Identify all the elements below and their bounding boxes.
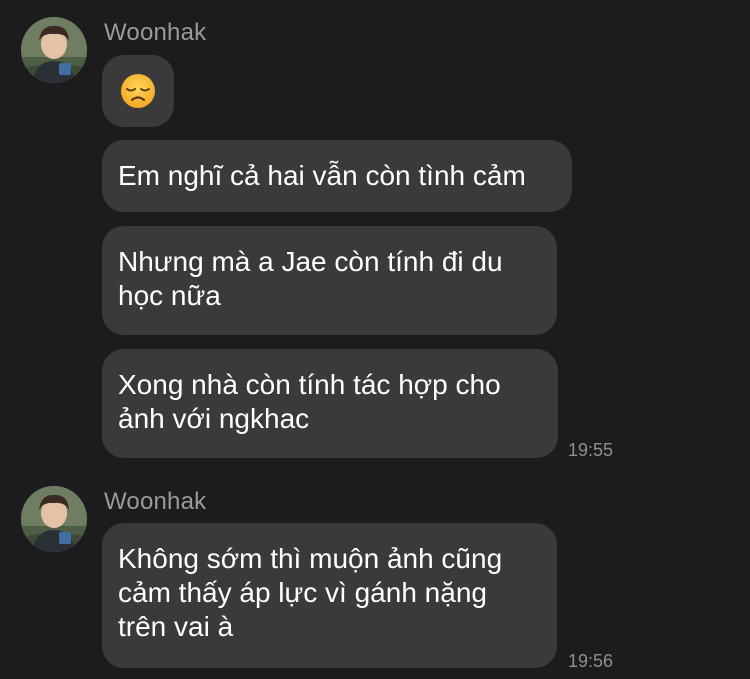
message-timestamp: 19:56	[568, 651, 614, 671]
message-bubble[interactable]: Nhưng mà a Jae còn tính đi du học nữa	[102, 226, 557, 335]
avatar-photo-icon	[21, 486, 87, 552]
sender-name: Woonhak	[104, 488, 207, 515]
disappointed-face-icon	[121, 74, 155, 108]
message-text: Xong nhà còn tính tác hợp cho	[118, 369, 501, 400]
sender-avatar[interactable]	[21, 17, 87, 83]
message-text: học nữa	[118, 280, 221, 311]
message-bubble[interactable]: Xong nhà còn tính tác hợp cho ảnh với ng…	[102, 349, 558, 458]
message-text: Nhưng mà a Jae còn tính đi du	[118, 246, 503, 277]
sender-name: Woonhak	[104, 19, 207, 46]
message-text: Không sớm thì muộn ảnh cũng	[118, 543, 503, 574]
avatar-photo-icon	[21, 17, 87, 83]
sender-avatar[interactable]	[21, 486, 87, 552]
message-bubble[interactable]: Em nghĩ cả hai vẫn còn tình cảm	[102, 140, 572, 212]
message-timestamp: 19:55	[568, 440, 614, 460]
message-text: trên vai à	[118, 611, 234, 642]
emoji-message-bubble[interactable]	[102, 55, 174, 127]
message-text: cảm thấy áp lực vì gánh nặng	[118, 577, 487, 608]
message-text: ảnh với ngkhac	[118, 403, 310, 434]
message-text: Em nghĩ cả hai vẫn còn tình cảm	[118, 160, 526, 191]
message-bubble[interactable]: Không sớm thì muộn ảnh cũng cảm thấy áp …	[102, 523, 557, 668]
